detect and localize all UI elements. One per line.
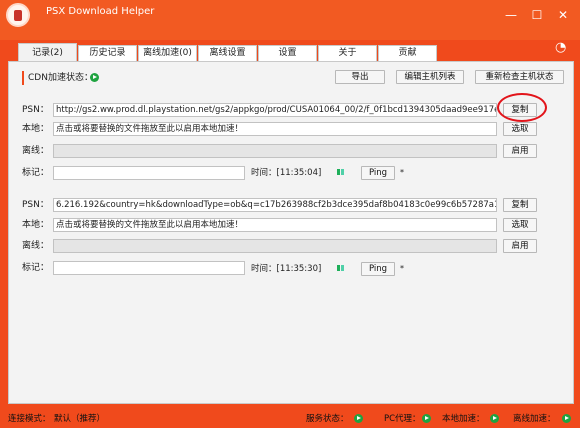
ping-star: * (400, 264, 404, 273)
rss-icon[interactable]: ◔ (555, 41, 568, 54)
maximize-icon[interactable]: ☐ (526, 4, 548, 26)
status-bar: 连接模式： 默认（推荐） 服务状态： PC代理： 本地加速： 离线加速： (0, 404, 580, 428)
select-button[interactable]: 选取 (503, 218, 537, 232)
ping-star: * (400, 168, 404, 177)
local-label: 本地： (22, 220, 50, 230)
window-title: PSX Download Helper (46, 6, 155, 17)
tab-records[interactable]: 记录(2) (18, 43, 77, 61)
psn-label: PSN： (22, 105, 49, 115)
cdn-status-label: CDN加速状态： (22, 71, 93, 85)
ping-status-dot (337, 169, 344, 175)
recheck-hosts-button[interactable]: 重新检查主机状态 (475, 70, 564, 84)
service-status-label: 服务状态： (306, 414, 349, 424)
offline-accel-label: 离线加速： (513, 414, 556, 424)
title-bar: PSX Download Helper — ☐ ✕ (0, 0, 580, 40)
select-button[interactable]: 选取 (503, 122, 537, 136)
mark-input[interactable] (53, 166, 245, 180)
tab-about[interactable]: 关于 (318, 45, 377, 61)
pc-proxy-label: PC代理： (384, 414, 421, 424)
tab-bar: 记录(2) 历史记录 离线加速(0) 离线设置 设置 关于 贡献 (18, 43, 438, 61)
ping-button[interactable]: Ping (361, 166, 395, 180)
tab-offline-accel[interactable]: 离线加速(0) (138, 45, 197, 61)
ping-status-dot (337, 265, 344, 271)
play-status-icon (90, 73, 99, 82)
edit-hosts-button[interactable]: 编辑主机列表 (396, 70, 464, 84)
close-icon[interactable]: ✕ (552, 4, 574, 26)
local-label: 本地： (22, 124, 50, 134)
offline-label: 离线： (22, 241, 50, 251)
mark-label: 标记： (22, 263, 50, 273)
offline-field[interactable] (53, 144, 497, 158)
mark-label: 标记： (22, 168, 50, 178)
tab-history[interactable]: 历史记录 (78, 45, 137, 61)
local-accel-play-icon[interactable] (490, 414, 499, 423)
local-accel-label: 本地加速： (442, 414, 485, 424)
psn-label: PSN： (22, 200, 49, 210)
service-play-icon[interactable] (354, 414, 363, 423)
local-file-field[interactable]: 点击或将要替换的文件拖放至此以启用本地加速！ (53, 122, 497, 136)
pc-proxy-play-icon[interactable] (422, 414, 431, 423)
tab-contribute[interactable]: 贡献 (378, 45, 437, 61)
tab-settings[interactable]: 设置 (258, 45, 317, 61)
offline-accel-play-icon[interactable] (562, 414, 571, 423)
time-text: 时间：[11:35:04] (251, 168, 322, 178)
psn-url-field[interactable]: 6.216.192&country=hk&downloadType=ob&q=c… (53, 198, 497, 212)
enable-button[interactable]: 启用 (503, 144, 537, 158)
time-text: 时间：[11:35:30] (251, 264, 322, 274)
mark-input[interactable] (53, 261, 245, 275)
app-logo (6, 3, 30, 27)
copy-button[interactable]: 复制 (503, 198, 537, 212)
offline-label: 离线： (22, 146, 50, 156)
connection-mode-value[interactable]: 默认（推荐） (54, 413, 105, 425)
local-file-field[interactable]: 点击或将要替换的文件拖放至此以启用本地加速！ (53, 218, 497, 232)
annotation-circle (497, 93, 547, 122)
export-button[interactable]: 导出 (335, 70, 385, 84)
connection-mode-label: 连接模式： (8, 414, 51, 424)
enable-button[interactable]: 启用 (503, 239, 537, 253)
offline-field[interactable] (53, 239, 497, 253)
psn-url-field[interactable]: http://gs2.ww.prod.dl.playstation.net/gs… (53, 103, 497, 117)
tab-offline-settings[interactable]: 离线设置 (198, 45, 257, 61)
minimize-icon[interactable]: — (500, 4, 522, 26)
ping-button[interactable]: Ping (361, 262, 395, 276)
